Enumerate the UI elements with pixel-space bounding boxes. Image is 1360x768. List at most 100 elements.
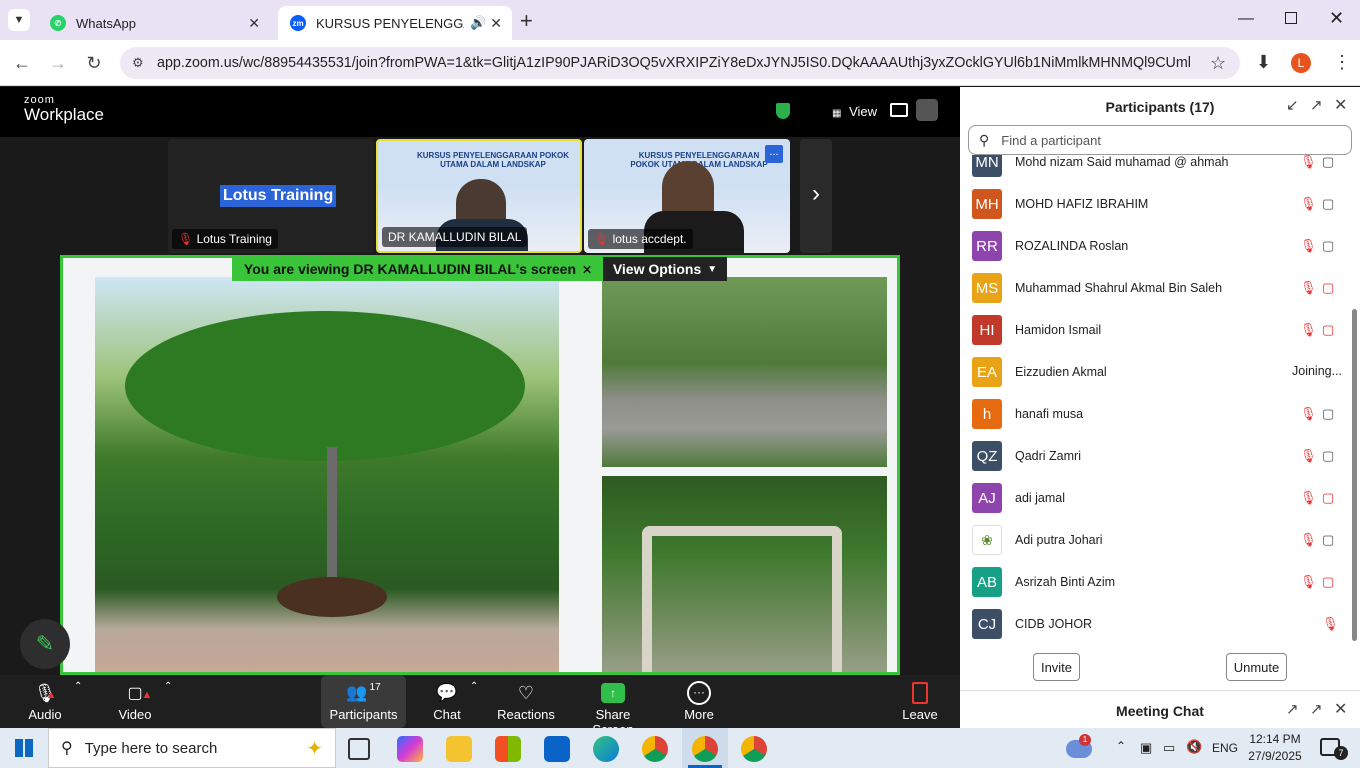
participant-name: Adi putra Johari — [1015, 533, 1103, 547]
participants-count: 17 — [369, 681, 381, 693]
close-tab-icon[interactable]: ✕ — [490, 15, 502, 32]
next-thumbnails-button[interactable]: › — [800, 139, 832, 253]
participant-row[interactable]: EA Eizzudien Akmal Joining... — [960, 351, 1350, 393]
participant-name: MOHD HAFIZ IBRAHIM — [1015, 197, 1149, 211]
participant-row[interactable]: AJ adi jamal 🎙 ▢ — [960, 477, 1350, 519]
chrome-icon[interactable] — [642, 736, 668, 762]
copilot-icon[interactable] — [397, 736, 423, 762]
reactions-button[interactable]: ♡ Reactions — [496, 679, 556, 723]
thumbnail-lotus-accdept[interactable]: KURSUS PENYELENGGARAAN POKOK UTAMA DALAM… — [584, 139, 790, 253]
audio-button[interactable]: 🎙 ▲ Audio — [22, 679, 68, 723]
participant-name: Asrizah Binti Azim — [1015, 575, 1116, 589]
meeting-chat-header[interactable]: Meeting Chat ↗ ↗ ✕ — [960, 690, 1360, 728]
collapse-icon[interactable]: ↙ — [1286, 96, 1299, 114]
video-options-caret[interactable]: ⌃ — [164, 681, 172, 692]
chat-title: Meeting Chat — [1116, 703, 1204, 719]
audio-options-caret[interactable]: ⌃ — [74, 681, 82, 692]
popout-icon[interactable]: ↗ — [1310, 96, 1323, 114]
reload-icon[interactable]: ↻ — [81, 50, 107, 76]
bookmark-star-icon[interactable]: ☆ — [1210, 53, 1226, 74]
mic-muted-icon: 🎙 — [1300, 155, 1317, 169]
participant-row[interactable]: MS Muhammad Shahrul Akmal Bin Saleh 🎙 ▢ — [960, 267, 1350, 309]
view-options-label: View Options — [612, 261, 702, 277]
task-view-icon[interactable] — [348, 738, 370, 760]
panel-header: Participants (17) ↙ ↗ ✕ — [960, 87, 1360, 125]
participant-search-input[interactable]: ⚲ Find a participant — [968, 125, 1352, 155]
chat-button[interactable]: 💬 Chat — [426, 679, 468, 722]
chat-options-caret[interactable]: ⌃ — [470, 681, 478, 692]
participant-row[interactable]: QZ Qadri Zamri 🎙 ▢ — [960, 435, 1350, 477]
close-panel-icon[interactable]: ✕ — [1334, 95, 1347, 115]
file-explorer-icon[interactable] — [446, 736, 472, 762]
participants-button[interactable]: 👥 17 Participants — [321, 675, 406, 728]
participant-name: CIDB JOHOR — [1015, 617, 1093, 631]
show-hidden-icons[interactable]: ⌃ — [1116, 739, 1126, 753]
participant-name: hanafi musa — [1015, 407, 1084, 421]
network-icon[interactable]: ▭ — [1163, 740, 1175, 756]
windows-start-icon[interactable] — [15, 739, 33, 757]
minimize-meeting-icon[interactable] — [916, 99, 938, 121]
tab-zoom-meeting[interactable]: zm KURSUS PENYELENGGARAA 🔊 ✕ — [278, 6, 512, 40]
camera-off-icon: ▢ — [1322, 322, 1335, 337]
more-button[interactable]: ··· More — [680, 679, 718, 722]
windows-taskbar: ⚲ Type here to search ✦ 1 ⌃ ▣ ▭ 🔇 ENG 12… — [0, 728, 1360, 768]
thumbnail-dr-kamalludin[interactable]: KURSUS PENYELENGGARAAN POKOK UTAMA DALAM… — [376, 139, 582, 253]
participant-row[interactable]: ❀ Adi putra Johari 🎙 ▢ — [960, 519, 1350, 561]
expand-icon[interactable]: ↗ — [1286, 700, 1299, 718]
new-tab-button[interactable]: + — [520, 8, 533, 34]
participant-row[interactable]: AB Asrizah Binti Azim 🎙 ▢ — [960, 561, 1350, 603]
back-icon[interactable]: ← — [9, 50, 35, 76]
viewing-screen-banner: You are viewing DR KAMALLUDIN BILAL's sc… — [232, 257, 604, 281]
clock-time[interactable]: 12:14 PM — [1246, 732, 1304, 746]
picture-in-picture-icon[interactable] — [890, 103, 908, 117]
mic-muted-icon: 🎙 — [1300, 448, 1317, 463]
participant-row[interactable]: CJ CIDB JOHOR 🎙 — [960, 603, 1350, 645]
download-icon[interactable]: ⬇ — [1256, 52, 1271, 73]
invite-button[interactable]: Invite — [1033, 653, 1080, 681]
tab-search-button[interactable]: ▼ — [8, 9, 30, 31]
menu-kebab-icon[interactable]: ⋮ — [1333, 52, 1351, 73]
avatar: RR — [972, 231, 1002, 261]
participant-row[interactable]: RR ROZALINDA Roslan 🎙 ▢ — [960, 225, 1350, 267]
forward-icon[interactable]: → — [45, 50, 71, 76]
language-indicator[interactable]: ENG — [1212, 741, 1238, 755]
address-bar[interactable]: ⚙ app.zoom.us/wc/88954435531/join?fromPW… — [120, 47, 1240, 79]
thumbnail-lotus-training[interactable]: Lotus Training 🎙 Lotus Training — [168, 139, 374, 253]
taskbar-search-box[interactable]: ⚲ Type here to search ✦ — [48, 728, 336, 768]
unmute-button[interactable]: Unmute — [1226, 653, 1287, 681]
close-chat-icon[interactable]: ✕ — [1334, 699, 1347, 719]
participant-row[interactable]: HI Hamidon Ismail 🎙 ▢ — [960, 309, 1350, 351]
whatsapp-icon: ✆ — [50, 15, 66, 31]
profile-avatar[interactable]: L — [1291, 53, 1311, 73]
minimize-icon[interactable]: — — [1238, 10, 1254, 28]
site-info-icon[interactable]: ⚙ — [132, 55, 144, 71]
popout-icon[interactable]: ↗ — [1310, 700, 1323, 718]
ms-store-icon[interactable] — [495, 736, 521, 762]
outlook-icon[interactable] — [544, 736, 570, 762]
participant-row[interactable]: MN Mohd nizam Said muhamad @ ahmah 🎙 ▢ — [960, 155, 1350, 183]
camera-tray-icon[interactable]: ▣ — [1140, 740, 1152, 756]
heart-icon: ♡ — [517, 682, 535, 703]
tab-whatsapp[interactable]: ✆ WhatsApp ✕ — [38, 6, 270, 40]
chrome-profile-active-icon[interactable] — [682, 728, 728, 768]
close-window-icon[interactable]: ✕ — [1329, 8, 1344, 29]
leave-button[interactable]: Leave — [900, 679, 940, 722]
more-options-button[interactable]: ... — [765, 145, 783, 163]
edge-icon[interactable] — [593, 736, 619, 762]
view-options-button[interactable]: View Options ▼ — [603, 257, 727, 281]
mic-muted-icon: ⨯ — [582, 262, 593, 276]
volume-muted-icon[interactable]: 🔇 — [1186, 739, 1202, 755]
maximize-icon[interactable] — [1285, 12, 1297, 24]
video-button[interactable]: ▢ ▲ Video — [112, 679, 158, 722]
view-label: View — [849, 104, 878, 119]
clock-date[interactable]: 27/9/2025 — [1246, 749, 1304, 763]
mic-muted-icon: 🎙 — [1300, 406, 1317, 421]
participant-row[interactable]: h hanafi musa 🎙 ▢ — [960, 393, 1350, 435]
view-button[interactable]: ▦ View — [832, 104, 877, 119]
chrome-second-profile-icon[interactable] — [741, 736, 767, 762]
panel-scrollbar[interactable] — [1352, 309, 1357, 641]
close-tab-icon[interactable]: ✕ — [248, 15, 260, 32]
participant-row[interactable]: MH MOHD HAFIZ IBRAHIM 🎙 ▢ — [960, 183, 1350, 225]
more-dots-icon: ··· — [680, 679, 718, 707]
annotate-pencil-button[interactable]: ✎ — [20, 619, 70, 669]
